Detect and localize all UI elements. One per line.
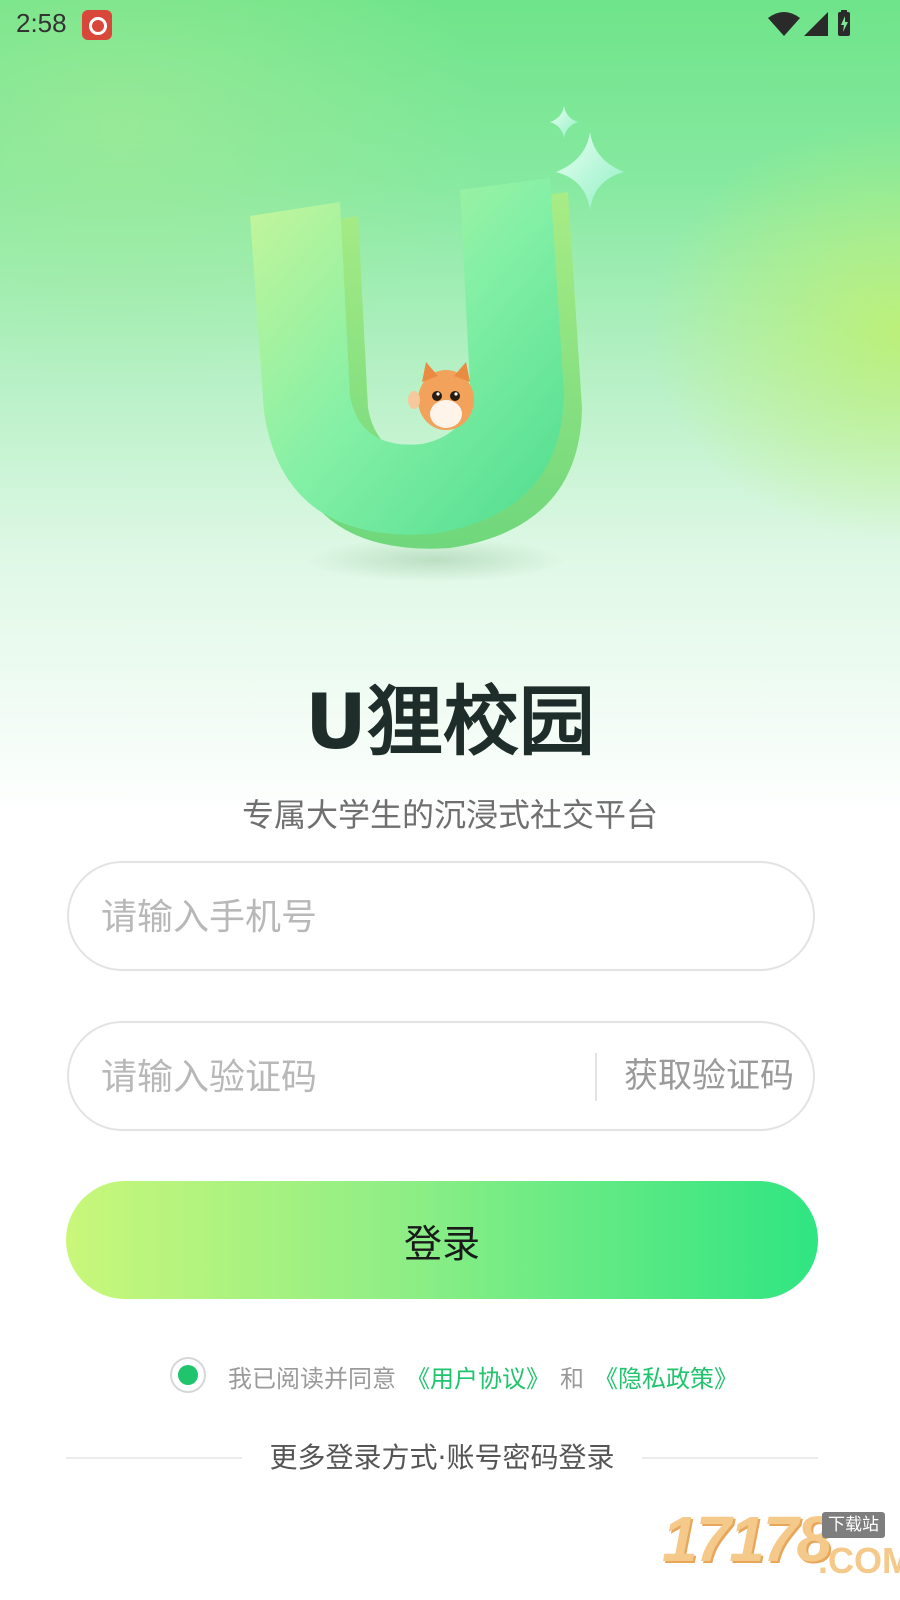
agreement-checkbox[interactable] [170, 1357, 206, 1393]
privacy-policy-link[interactable]: 《隐私政策》 [594, 1365, 738, 1393]
code-divider [595, 1053, 597, 1101]
status-bar: 2:58 [0, 0, 900, 48]
watermark-number: 17178 [662, 1503, 832, 1575]
agreement-and: 和 [560, 1365, 584, 1393]
divider-line-left [66, 1457, 242, 1459]
hero-illustration [250, 106, 624, 582]
login-button[interactable]: 登录 [66, 1181, 818, 1299]
verification-code-input[interactable] [99, 1023, 593, 1131]
app-notification-icon [82, 10, 112, 40]
agreement-text: 我已阅读并同意 《用户协议》和《隐私政策》 [228, 1359, 738, 1394]
password-login-link[interactable]: 账号密码登录 [446, 1441, 614, 1474]
u-logo-icon [250, 178, 582, 549]
agreement-prefix: 我已阅读并同意 [228, 1365, 396, 1393]
battery-charging-icon [838, 10, 850, 36]
phone-input[interactable] [99, 863, 783, 971]
watermark-suffix: .COM [818, 1540, 900, 1581]
wifi-icon [768, 12, 800, 36]
status-icons [768, 10, 850, 36]
status-time: 2:58 [16, 8, 67, 38]
divider-line-right [642, 1457, 818, 1459]
phone-field-container [67, 861, 815, 971]
watermark-logo: 17178 下载站 .COM [662, 1502, 900, 1594]
code-field-container: 获取验证码 [67, 1021, 815, 1131]
app-title: U狸校园 [305, 677, 595, 766]
cat-mascot-icon [408, 362, 474, 430]
user-agreement-link[interactable]: 《用户协议》 [406, 1365, 550, 1393]
more-login-methods-link[interactable]: 更多登录方式 [270, 1441, 438, 1474]
agreement-row: 我已阅读并同意 《用户协议》和《隐私政策》 [0, 1355, 900, 1395]
more-login-text: 更多登录方式·账号密码登录 [250, 1436, 634, 1476]
app-subtitle: 专属大学生的沉浸式社交平台 [241, 796, 658, 834]
get-code-button[interactable]: 获取验证码 [609, 1023, 809, 1129]
signal-icon [804, 12, 828, 36]
more-login-row: 更多登录方式·账号密码登录 [0, 1436, 900, 1480]
watermark-tag: 下载站 [822, 1512, 885, 1538]
